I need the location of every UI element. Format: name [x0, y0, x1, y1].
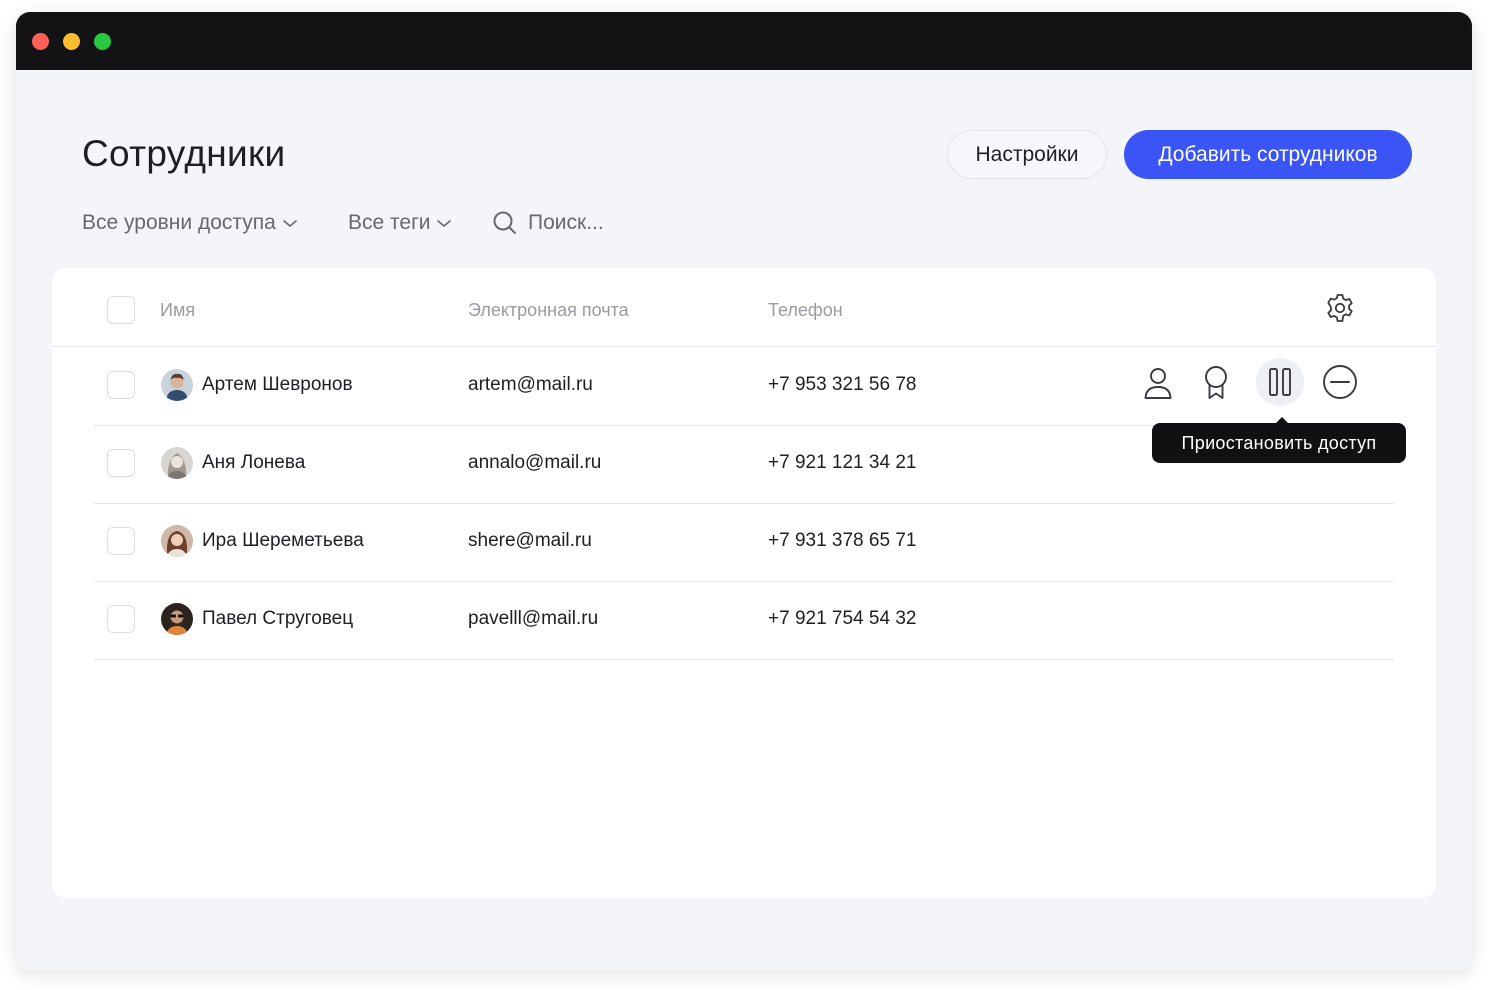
employee-email: annalo@mail.ru [468, 452, 602, 473]
access-level-filter[interactable]: Все уровни доступа [82, 209, 297, 237]
pause-icon[interactable] [1256, 358, 1304, 406]
search-box [492, 207, 718, 239]
column-header-phone: Телефон [768, 300, 843, 320]
tooltip: Приостановить доступ [1152, 423, 1406, 463]
window-close-button[interactable] [32, 33, 49, 50]
search-icon [493, 211, 516, 234]
employee-email: pavelll@mail.ru [468, 608, 599, 629]
column-header-name: Имя [160, 300, 196, 320]
table-row[interactable]: Ира Шереметьева shere@mail.ru +7 931 378… [94, 503, 1394, 582]
table-header: Имя Электронная почта Телефон [52, 268, 1436, 347]
select-all-checkbox[interactable] [107, 296, 135, 324]
table-row[interactable]: Артем Шевронов artem@mail.ru +7 953 321 … [94, 347, 1394, 426]
employee-email: artem@mail.ru [468, 374, 593, 395]
row-checkbox[interactable] [107, 527, 135, 555]
gear-icon[interactable] [1324, 292, 1356, 324]
chevron-down-icon [437, 220, 452, 227]
employee-email: shere@mail.ru [468, 530, 592, 551]
row-checkbox[interactable] [107, 449, 135, 477]
row-checkbox[interactable] [107, 371, 135, 399]
column-header-email: Электронная почта [468, 300, 629, 320]
app-window: Сотрудники Настройки Добавить сотруднико… [16, 12, 1472, 970]
employee-name: Аня Лонева [202, 452, 306, 473]
employee-name: Павел Струговец [202, 608, 354, 629]
window-maximize-button[interactable] [94, 33, 111, 50]
award-icon[interactable] [1192, 359, 1240, 407]
window-titlebar [16, 12, 1472, 70]
employee-phone: +7 921 121 34 21 [768, 452, 917, 473]
avatar [161, 369, 193, 401]
chevron-down-icon [283, 220, 297, 227]
page-title: Сотрудники [82, 133, 286, 174]
row-checkbox[interactable] [107, 605, 135, 633]
settings-button[interactable]: Настройки [947, 130, 1107, 179]
tags-filter[interactable]: Все теги [348, 209, 452, 237]
tags-filter-label: Все теги [348, 211, 431, 234]
access-level-filter-label: Все уровни доступа [82, 211, 276, 234]
avatar [161, 603, 193, 635]
add-employees-button[interactable]: Добавить сотрудников [1124, 130, 1412, 179]
window-minimize-button[interactable] [63, 33, 80, 50]
employee-phone: +7 921 754 54 32 [768, 608, 917, 629]
employees-table: Имя Электронная почта Телефон Артем Шевр… [52, 268, 1436, 898]
search-input[interactable] [528, 211, 718, 235]
minus-circle-icon[interactable] [1316, 358, 1364, 406]
employee-name: Артем Шевронов [202, 374, 353, 395]
avatar [161, 447, 193, 479]
avatar [161, 525, 193, 557]
user-icon[interactable] [1134, 359, 1182, 407]
table-row[interactable]: Павел Струговец pavelll@mail.ru +7 921 7… [94, 581, 1394, 660]
employee-phone: +7 931 378 65 71 [768, 530, 917, 551]
employee-phone: +7 953 321 56 78 [768, 374, 917, 395]
employee-name: Ира Шереметьева [202, 530, 364, 551]
